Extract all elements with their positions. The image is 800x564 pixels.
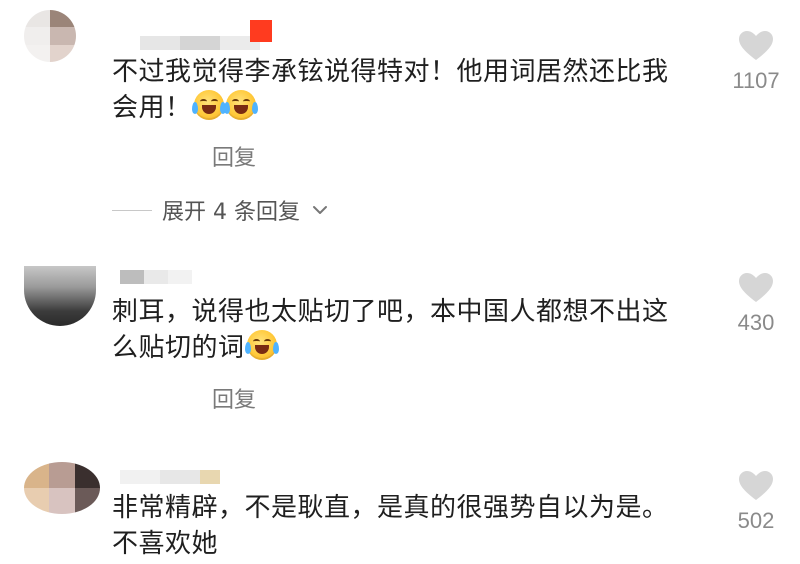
expand-replies-button[interactable]: 展开 4 条回复 [112,194,330,226]
like-button[interactable]: 1107 [716,30,796,94]
avatar[interactable] [24,266,96,326]
loudly-crying-emoji-icon [244,330,279,360]
like-button[interactable]: 502 [716,470,796,534]
comment-text: 非常精辟，不是耿直，是真的很强势自以为是。不喜欢她 [112,490,692,562]
username-redacted[interactable] [120,470,220,484]
expand-replies-label: 展开 4 条回复 [162,200,300,225]
comment-body: 刺耳，说得也太贴切了吧，本中国人都想不出这么贴切的词 [112,297,669,363]
comment-text: 不过我觉得李承铉说得特对！他用词居然还比我会用！ [112,54,692,126]
like-count: 430 [737,310,775,335]
reply-button[interactable]: 回复 [212,382,256,414]
like-button[interactable]: 430 [716,272,796,336]
like-count: 1107 [732,68,780,93]
heart-icon [739,31,773,60]
badge [250,20,272,42]
grinning-squinting-tears-emoji-icon [223,90,258,120]
grinning-squinting-tears-emoji-icon [191,90,226,120]
avatar[interactable] [24,10,76,62]
comment-body: 非常精辟，不是耿直，是真的很强势自以为是。不喜欢她 [112,493,669,559]
comment-text: 刺耳，说得也太贴切了吧，本中国人都想不出这么贴切的词 [112,294,692,366]
divider [112,209,152,211]
chevron-down-icon [312,206,327,214]
username-redacted[interactable] [120,270,192,284]
reply-button[interactable]: 回复 [212,140,256,172]
like-count: 502 [737,508,775,533]
avatar[interactable] [24,462,100,514]
username-redacted[interactable] [140,36,260,50]
heart-icon [739,471,773,500]
heart-icon [739,273,773,302]
